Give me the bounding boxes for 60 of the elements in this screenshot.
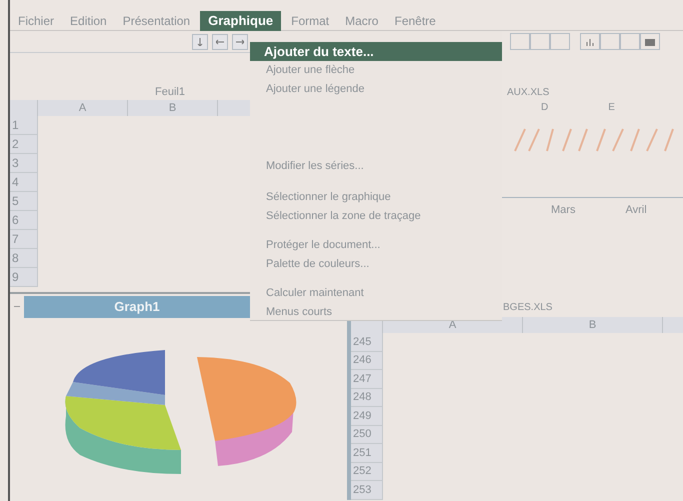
menu-item[interactable]: Graphique <box>200 10 282 30</box>
row-header[interactable]: 7 <box>10 230 38 249</box>
column-header[interactable]: A <box>38 100 128 116</box>
menu-item[interactable]: Edition <box>62 10 115 30</box>
axis-label: Avril <box>625 203 647 218</box>
row-header[interactable]: 4 <box>10 173 38 192</box>
row-header[interactable]: 247 <box>351 370 383 388</box>
row-header[interactable]: 253 <box>351 481 383 500</box>
row-header[interactable]: 8 <box>10 249 38 268</box>
toolbar-button[interactable] <box>530 33 550 50</box>
arrow-icon <box>236 38 244 44</box>
row-header[interactable]: 5 <box>10 192 38 211</box>
menu-item[interactable]: Calculer maintenant <box>250 284 502 303</box>
window-title: BGES.XLS <box>502 300 554 314</box>
column-header[interactable]: B <box>523 317 663 333</box>
minus-icon <box>14 306 20 308</box>
toolbar-button[interactable] <box>510 33 530 50</box>
menu-item[interactable]: Ajouter une légende <box>250 80 502 99</box>
row-header[interactable]: 6 <box>10 211 38 230</box>
row-header[interactable]: 3 <box>10 154 38 173</box>
bar-chart-icon <box>586 38 594 46</box>
menu-item[interactable]: Palette de couleurs... <box>250 255 502 274</box>
axis-label: Mars <box>551 203 576 218</box>
toolbar-button[interactable] <box>600 33 620 50</box>
toolbar-button[interactable] <box>232 34 248 50</box>
arrow-icon <box>197 38 203 46</box>
menu-item[interactable]: Modifier les séries... <box>250 157 502 176</box>
window-title: Feuil1 <box>155 84 185 100</box>
toolbar-button[interactable] <box>550 33 570 50</box>
window-title: AUX.XLS <box>506 86 550 100</box>
row-header[interactable]: 246 <box>351 352 383 370</box>
menu-item[interactable]: Ajouter du texte... <box>250 42 502 61</box>
menu-item[interactable]: Macro <box>337 10 386 30</box>
column-header[interactable]: D <box>541 100 548 115</box>
column-header[interactable]: E <box>608 100 615 115</box>
column-header[interactable]: B <box>128 100 218 116</box>
row-header[interactable]: 9 <box>10 268 38 287</box>
menu-item[interactable]: Ajouter une flèche <box>250 61 502 80</box>
arrow-icon <box>216 38 224 44</box>
menu-item[interactable]: Sélectionner la zone de traçage <box>250 207 502 226</box>
row-header[interactable]: 248 <box>351 388 383 407</box>
menu-item[interactable]: Protéger le document... <box>250 236 502 255</box>
toolbar-button[interactable] <box>620 33 640 50</box>
row-header[interactable]: 245 <box>351 333 383 352</box>
row-header[interactable]: 252 <box>351 462 383 481</box>
row-header[interactable]: 2 <box>10 135 38 154</box>
row-header[interactable]: 1 <box>10 116 38 135</box>
toolbar-button[interactable] <box>192 34 208 50</box>
toolbar-button[interactable] <box>212 34 228 50</box>
menu-item[interactable]: Format <box>283 10 338 30</box>
toolbar-button[interactable] <box>640 33 660 50</box>
menu-item[interactable]: Sélectionner le graphique <box>250 188 502 207</box>
window-title-bar: Graph1 <box>24 296 250 318</box>
row-header[interactable]: 251 <box>351 444 383 462</box>
row-header[interactable]: 250 <box>351 426 383 444</box>
menu-item[interactable]: Présentation <box>114 10 198 30</box>
menu-item[interactable]: Fichier <box>10 10 62 30</box>
toolbar-button[interactable] <box>580 33 600 50</box>
menu-item[interactable]: Fenêtre <box>386 10 444 30</box>
row-header[interactable]: 249 <box>351 407 383 426</box>
